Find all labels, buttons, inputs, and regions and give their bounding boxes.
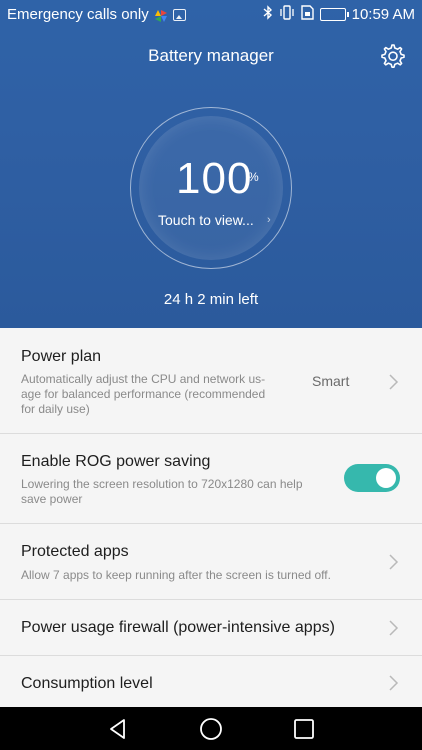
recents-icon[interactable] <box>290 715 318 743</box>
rog-toggle-switch[interactable] <box>344 464 400 492</box>
chevron-right-icon: › <box>267 214 271 226</box>
sim-icon <box>300 5 314 24</box>
rog-desc-1: Lowering the screen resolution to 720x12… <box>21 477 303 491</box>
power-plan-desc-2: age for balanced performance (recommende… <box>21 387 266 401</box>
power-plan-desc-1: Automatically adjust the CPU and network… <box>21 372 266 386</box>
vibrate-icon <box>279 5 295 24</box>
clock-text: 10:59 AM <box>351 6 415 23</box>
power-plan-value: Smart <box>312 373 350 389</box>
power-usage-firewall-row[interactable]: Power usage firewall (power-intensive ap… <box>0 600 422 656</box>
chevron-right-icon <box>386 373 400 391</box>
battery-icon <box>319 8 349 21</box>
consumption-level-row[interactable]: Consumption level <box>0 656 422 707</box>
navigation-bar <box>0 707 422 750</box>
image-icon <box>172 8 186 21</box>
gear-icon[interactable] <box>378 42 406 70</box>
rog-title: Enable ROG power saving <box>21 453 211 470</box>
touch-to-view-label[interactable]: Touch to view... <box>158 212 254 228</box>
power-plan-title: Power plan <box>21 348 102 365</box>
rog-desc-2: save power <box>21 492 83 506</box>
carrier-text: Emergency calls only <box>7 6 149 23</box>
chevron-right-icon <box>386 553 400 571</box>
home-icon[interactable] <box>197 715 225 743</box>
back-icon[interactable] <box>104 715 132 743</box>
power-plan-desc-3: for daily use) <box>21 402 90 416</box>
battery-percent: 100 <box>176 154 253 203</box>
percent-sign: % <box>248 170 259 184</box>
protected-apps-desc: Allow 7 apps to keep running after the s… <box>21 568 331 582</box>
chevron-right-icon <box>386 674 400 692</box>
protected-apps-title: Protected apps <box>21 543 129 560</box>
status-bar: Emergency calls only 10:59 AM <box>0 0 422 30</box>
pinwheel-icon <box>154 9 167 22</box>
chevron-right-icon <box>386 619 400 637</box>
time-left-label: 24 h 2 min left <box>163 291 259 308</box>
firewall-title: Power usage firewall (power-intensive ap… <box>21 619 335 636</box>
power-plan-row[interactable]: Power plan Automatically adjust the CPU … <box>0 328 422 434</box>
bluetooth-icon <box>263 5 273 24</box>
toggle-knob <box>376 468 396 488</box>
header: Emergency calls only 10:59 AM Battery ma… <box>0 0 422 328</box>
page-title: Battery manager <box>148 46 274 65</box>
consumption-title: Consumption level <box>21 675 153 692</box>
protected-apps-row[interactable]: Protected apps Allow 7 apps to keep runn… <box>0 524 422 600</box>
